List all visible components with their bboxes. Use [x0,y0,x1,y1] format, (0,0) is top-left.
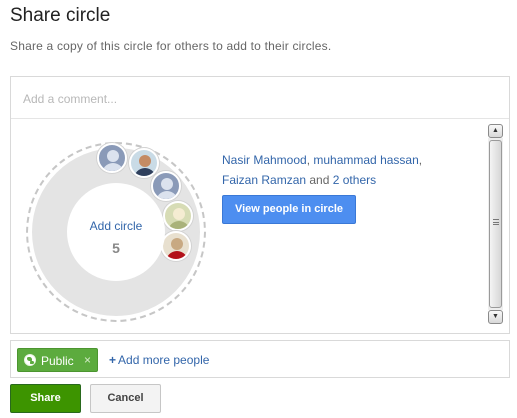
cancel-button[interactable]: Cancel [90,384,161,413]
view-people-button[interactable]: View people in circle [222,195,356,224]
dialog-title: Share circle [10,5,111,26]
person-link[interactable]: Faizan Ramzan [222,173,306,187]
person-icon [161,178,173,190]
person-icon [107,150,119,162]
people-summary: Nasir Mahmood, muhammad hassan, Faizan R… [222,153,423,187]
public-chip[interactable]: Public × [17,348,98,372]
dialog-subtitle: Share a copy of this circle for others t… [10,39,332,53]
add-circle-center[interactable]: Add circle 5 [67,183,165,281]
avatar-photo[interactable] [129,148,159,178]
share-panel: Add a comment... Add circle 5 Nasir Mahm… [10,76,510,334]
circle-member-count: 5 [112,240,120,256]
circle-preview: Add circle 5 Nasir Mahmood, muhammad has… [11,119,487,333]
add-more-people-link[interactable]: + Add more people [109,353,209,367]
person-link[interactable]: Nasir Mahmood [222,153,307,167]
add-circle-label[interactable]: Add circle [67,219,165,233]
avatar-photo[interactable] [163,201,193,231]
avatar-placeholder[interactable] [151,171,181,201]
avatar-placeholder[interactable] [97,143,127,173]
share-target-row: Public × + Add more people [10,340,510,378]
share-button[interactable]: Share [10,384,81,413]
scroll-up-icon[interactable]: ▲ [488,124,503,138]
plus-icon: + [109,353,117,367]
scroll-down-icon[interactable]: ▼ [488,310,503,324]
avatar-photo[interactable] [161,231,191,261]
public-chip-label: Public [41,354,74,368]
comment-input[interactable]: Add a comment... [11,77,509,119]
scrollbar[interactable]: ▲ ▼ [488,124,503,324]
scroll-thumb[interactable] [489,140,502,308]
globe-icon [24,354,36,366]
remove-chip-icon[interactable]: × [84,353,91,367]
add-more-label: Add more people [118,353,210,367]
grip-icon [493,219,499,225]
others-link[interactable]: 2 others [333,173,376,187]
person-link[interactable]: muhammad hassan [313,153,418,167]
